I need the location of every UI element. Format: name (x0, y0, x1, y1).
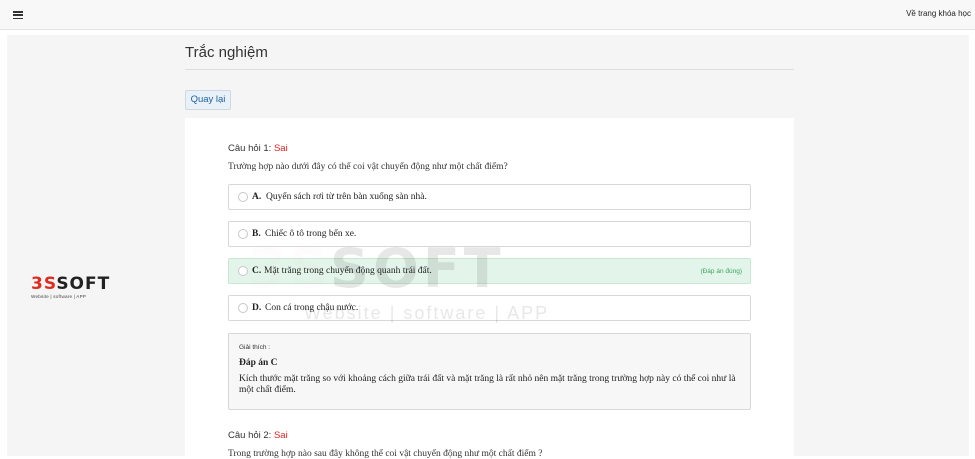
correct-answer-tag: (Đáp án đúng) (700, 268, 742, 275)
option-c-correct[interactable]: C. Mặt trăng trong chuyển động quanh trá… (228, 258, 751, 284)
back-button[interactable]: Quay lại (185, 90, 231, 110)
radio-icon[interactable] (238, 192, 248, 202)
question-text: Trong trường hợp nào sau đây không thể c… (228, 449, 543, 459)
option-a[interactable]: A. Quyển sách rơi từ trên bàn xuống sàn … (228, 184, 751, 210)
brand-logo: 3SSOFT Website | software | APP (31, 274, 111, 300)
option-text: Chiếc ô tô trong bến xe. (265, 229, 357, 239)
question-text: Trường hợp nào dưới đây có thể coi vật c… (228, 162, 508, 172)
option-letter: C. (252, 266, 262, 276)
question-header: Câu hỏi 2: Sai (228, 430, 288, 441)
radio-icon[interactable] (238, 266, 248, 276)
explanation-answer: Đáp án C (239, 358, 278, 368)
option-text: Con cá trong chậu nước. (265, 303, 359, 313)
question-header: Câu hỏi 1: Sai (228, 143, 288, 154)
top-bar: Về trang khóa học (0, 0, 975, 30)
title-divider (185, 69, 794, 70)
logo-brand-red: 3S (31, 274, 57, 294)
option-text: Quyển sách rơi từ trên bàn xuống sàn nhà… (266, 192, 427, 202)
explanation-label: Giải thích : (239, 344, 271, 351)
back-to-course-link[interactable]: Về trang khóa học (906, 9, 971, 18)
explanation-box: Giải thích : Đáp án C Kích thước mặt tră… (228, 333, 751, 410)
page-title: Trắc nghiệm (185, 44, 268, 61)
question-result: Sai (273, 143, 288, 154)
question-number: Câu hỏi 1: (228, 143, 272, 154)
logo-tagline: Website | software | APP (31, 294, 87, 299)
radio-icon[interactable] (238, 229, 248, 239)
question-number: Câu hỏi 2: (228, 430, 272, 441)
hamburger-icon[interactable] (13, 11, 23, 20)
option-b[interactable]: B. Chiếc ô tô trong bến xe. (228, 221, 751, 247)
question-result: Sai (273, 430, 288, 441)
option-d[interactable]: D. Con cá trong chậu nước. (228, 295, 751, 321)
option-letter: D. (252, 303, 262, 313)
option-letter: A. (252, 192, 262, 202)
radio-icon[interactable] (238, 303, 248, 313)
explanation-text: Kích thước mặt trăng so với khoảng cách … (239, 374, 736, 395)
logo-brand-black: SOFT (56, 274, 111, 294)
option-letter: B. (252, 229, 261, 239)
option-text: Mặt trăng trong chuyển động quanh trái đ… (264, 266, 432, 276)
